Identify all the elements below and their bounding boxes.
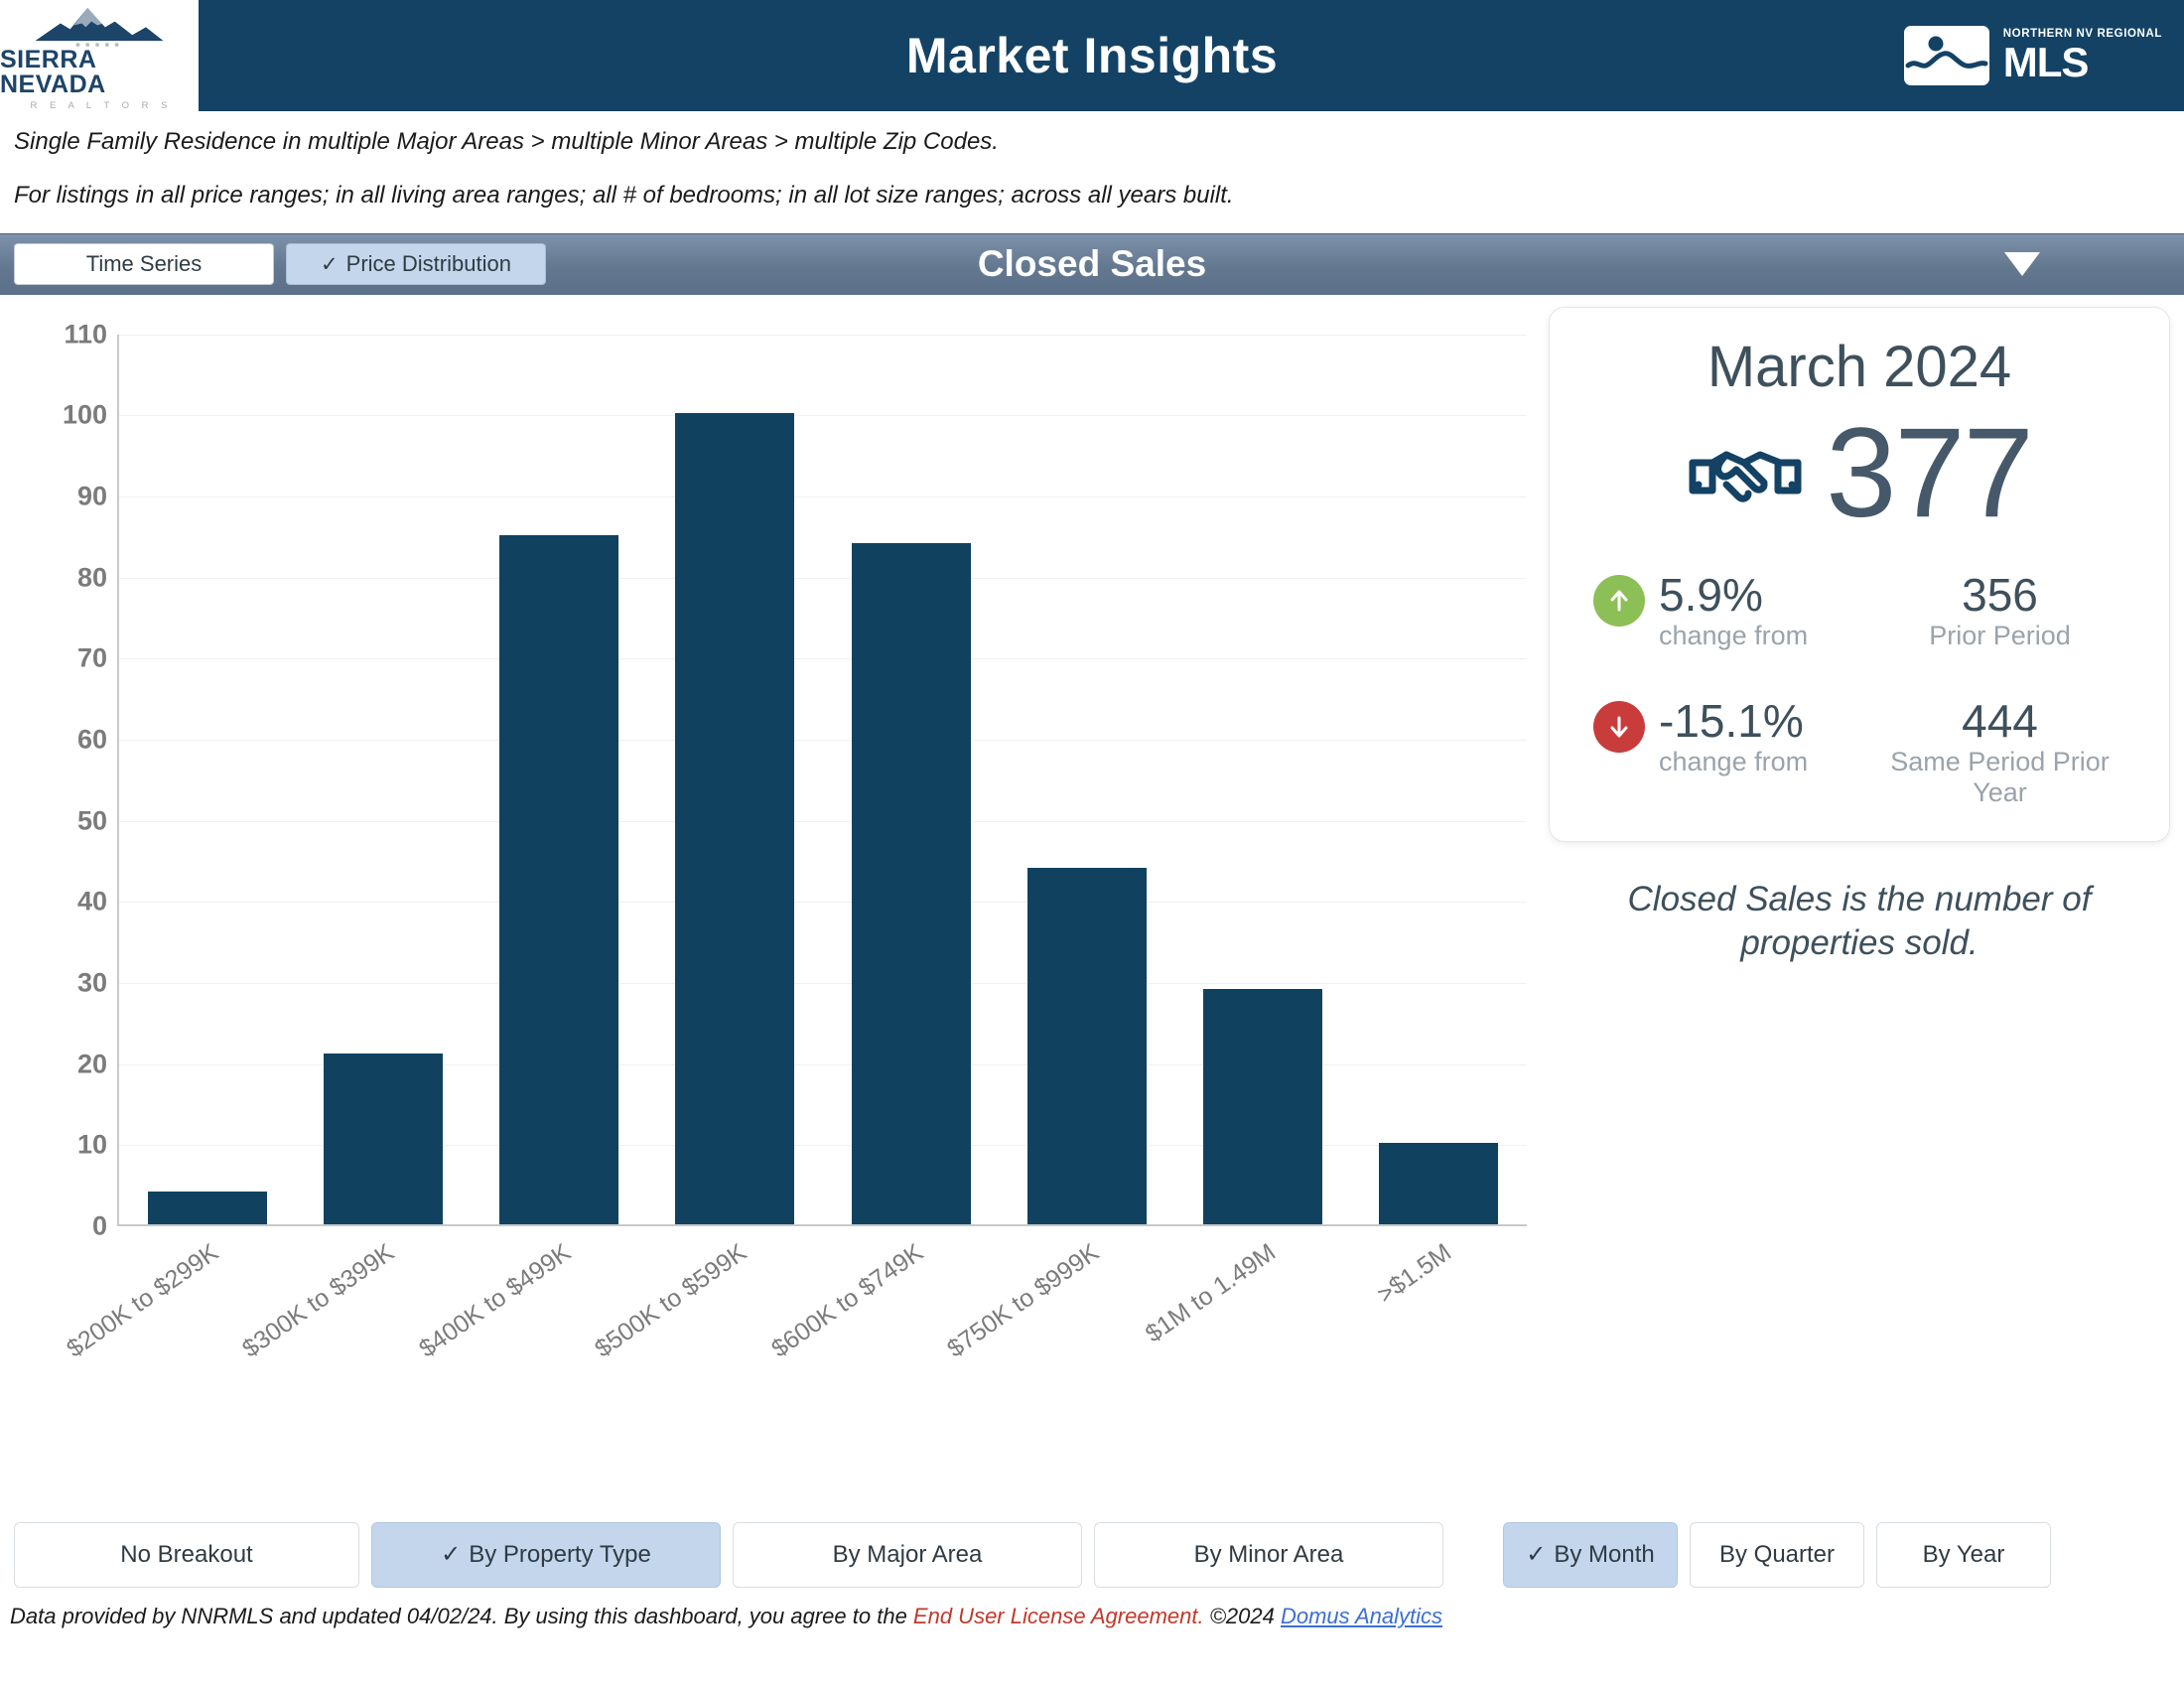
domus-analytics-link[interactable]: Domus Analytics xyxy=(1281,1604,1442,1628)
breakout-by-major-area[interactable]: By Major Area xyxy=(733,1521,1082,1588)
prior-year-caption: Same Period Prior Year xyxy=(1890,747,2110,807)
price-distribution-chart: 0 10 20 30 40 50 60 70 80 90 100 110 $200K to $299K… xyxy=(0,313,1549,1363)
bar-slot xyxy=(472,335,647,1224)
y-axis-tick: 20 xyxy=(76,1049,107,1078)
bar[interactable] xyxy=(1379,1143,1499,1224)
filter-description: Single Family Residence in multiple Majo… xyxy=(0,111,2184,219)
arrow-up-icon xyxy=(1593,574,1645,627)
period-by-year-label: By Year xyxy=(1922,1540,2005,1568)
x-axis-tick-label: $200K to $299K xyxy=(61,1237,223,1363)
prior-period-value: 356 xyxy=(1962,568,2038,621)
pct-change-prior-year: -15.1% xyxy=(1659,695,1804,748)
tab-time-series-label: Time Series xyxy=(85,251,203,277)
pct-change-prior-period-caption: change from xyxy=(1659,621,1809,651)
x-axis: $200K to $299K $300K to $399K $400K to $49… xyxy=(62,1232,1530,1431)
bar-slot xyxy=(823,335,999,1224)
bar[interactable] xyxy=(851,543,971,1224)
prior-period-caption: Prior Period xyxy=(1929,621,2071,651)
y-axis-tick: 0 xyxy=(91,1210,107,1241)
check-icon: ✓ xyxy=(321,252,339,276)
bar-slot xyxy=(295,335,471,1224)
logo-subtext: R E A L T O R S xyxy=(30,100,173,111)
bar-slot xyxy=(1175,335,1351,1224)
plot-area xyxy=(117,334,1527,1226)
summary-stat-card: March 2024 377 5.9% change from 356 Prio… xyxy=(1549,306,2170,842)
comparison-row-prior-year: -15.1% change from 444 Same Period Prior… xyxy=(1575,697,2143,807)
period-by-year[interactable]: By Year xyxy=(1876,1521,2051,1588)
comparison-rows: 5.9% change from 356 Prior Period -15.1%… xyxy=(1575,568,2143,807)
y-axis-tick: 90 xyxy=(76,481,107,511)
mls-logo-maintext: MLS xyxy=(2002,38,2090,85)
nnrmls-logo: NORTHERN NV REGIONAL MLS xyxy=(1903,26,2162,85)
app-header: SIERRA NEVADA R E A L T O R S Market Ins… xyxy=(0,0,2184,111)
footer-text: Data provided by NNRMLS and updated 04/0… xyxy=(10,1603,913,1628)
tab-time-series[interactable]: Time Series xyxy=(14,243,274,286)
bar[interactable] xyxy=(323,1054,443,1224)
summary-pane: March 2024 377 5.9% change from 356 Prio… xyxy=(1549,295,2184,1526)
bar-slot xyxy=(999,335,1174,1224)
y-axis-tick: 100 xyxy=(62,399,107,430)
filter-line-1: Single Family Residence in multiple Majo… xyxy=(14,128,999,155)
period-label: March 2024 xyxy=(1706,334,2012,399)
bar-slot xyxy=(1351,335,1527,1224)
metric-value: 377 xyxy=(1826,401,2034,544)
main-content: 0 10 20 30 40 50 60 70 80 90 100 110 $200K to $299K… xyxy=(0,295,2184,1526)
breakout-by-property-type[interactable]: ✓ By Property Type xyxy=(371,1521,721,1588)
bar-slot xyxy=(119,335,295,1224)
filter-line-2: For listings in all price ranges; in all… xyxy=(14,182,1234,210)
breakout-by-minor-area-label: By Minor Area xyxy=(1193,1540,1344,1568)
period-by-month-label: By Month xyxy=(1554,1540,1655,1568)
breakout-by-minor-area[interactable]: By Minor Area xyxy=(1094,1521,1443,1588)
bar[interactable] xyxy=(147,1192,267,1224)
breakout-by-property-type-label: By Property Type xyxy=(469,1540,651,1568)
prior-year-value: 444 xyxy=(1962,695,2038,748)
y-axis-tick: 80 xyxy=(76,562,107,593)
check-icon: ✓ xyxy=(441,1541,462,1569)
footer-disclaimer: Data provided by NNRMLS and updated 04/0… xyxy=(0,1588,2184,1629)
handshake-icon xyxy=(1689,451,1802,502)
y-axis-tick: 110 xyxy=(64,319,107,350)
breakout-by-major-area-label: By Major Area xyxy=(832,1540,983,1568)
pct-change-prior-period: 5.9% xyxy=(1659,568,1763,621)
primary-metric: 377 xyxy=(1575,401,2143,544)
bar-series xyxy=(119,335,1527,1224)
tab-price-distribution-label: Price Distribution xyxy=(345,251,511,277)
y-axis-tick: 30 xyxy=(76,967,107,998)
arrow-down-icon xyxy=(1593,701,1645,754)
breakout-controls: No Breakout ✓ By Property Type By Major … xyxy=(0,1521,2184,1588)
metric-definition: Closed Sales is the number of properties… xyxy=(1627,879,2092,962)
y-axis-tick: 10 xyxy=(76,1129,107,1160)
y-axis-tick: 40 xyxy=(76,886,107,916)
comparison-row-prior-period: 5.9% change from 356 Prior Period xyxy=(1575,568,2143,651)
x-axis-tick-slot: $1M to 1.49M xyxy=(1141,1232,1353,1431)
footer-copyright: ©2024 xyxy=(1203,1603,1281,1628)
view-mode-tabs: Time Series ✓ Price Distribution xyxy=(14,243,546,286)
period-by-quarter-label: By Quarter xyxy=(1718,1540,1836,1568)
y-axis-tick: 60 xyxy=(76,724,107,755)
bar[interactable] xyxy=(1203,989,1323,1224)
period-by-month[interactable]: ✓ By Month xyxy=(1503,1521,1678,1588)
chart-pane: 0 10 20 30 40 50 60 70 80 90 100 110 $200K to $299K… xyxy=(0,295,1549,1526)
bar[interactable] xyxy=(1026,867,1147,1224)
bar-slot xyxy=(647,335,823,1224)
tab-price-distribution[interactable]: ✓ Price Distribution xyxy=(286,243,546,286)
breakout-no-breakout[interactable]: No Breakout xyxy=(14,1521,359,1588)
page-title: Market Insights xyxy=(905,28,1279,83)
pct-change-prior-year-caption: change from xyxy=(1659,747,1809,777)
x-axis-tick-label: >$1.5M xyxy=(1372,1237,1457,1309)
landscape-photo-icon xyxy=(1903,26,1989,85)
check-icon: ✓ xyxy=(1526,1541,1547,1569)
chevron-down-icon[interactable] xyxy=(2004,252,2040,277)
bar[interactable] xyxy=(675,413,795,1224)
chart-toolbar: Time Series ✓ Price Distribution Closed … xyxy=(0,232,2184,295)
x-axis-tick-slot: >$1.5M xyxy=(1353,1232,1530,1431)
y-axis-tick: 50 xyxy=(76,805,107,836)
eula-link[interactable]: End User License Agreement. xyxy=(913,1604,1204,1628)
y-axis-tick: 70 xyxy=(76,642,107,673)
breakout-no-breakout-label: No Breakout xyxy=(120,1540,253,1568)
period-by-quarter[interactable]: By Quarter xyxy=(1690,1521,1864,1588)
bar[interactable] xyxy=(499,534,619,1224)
